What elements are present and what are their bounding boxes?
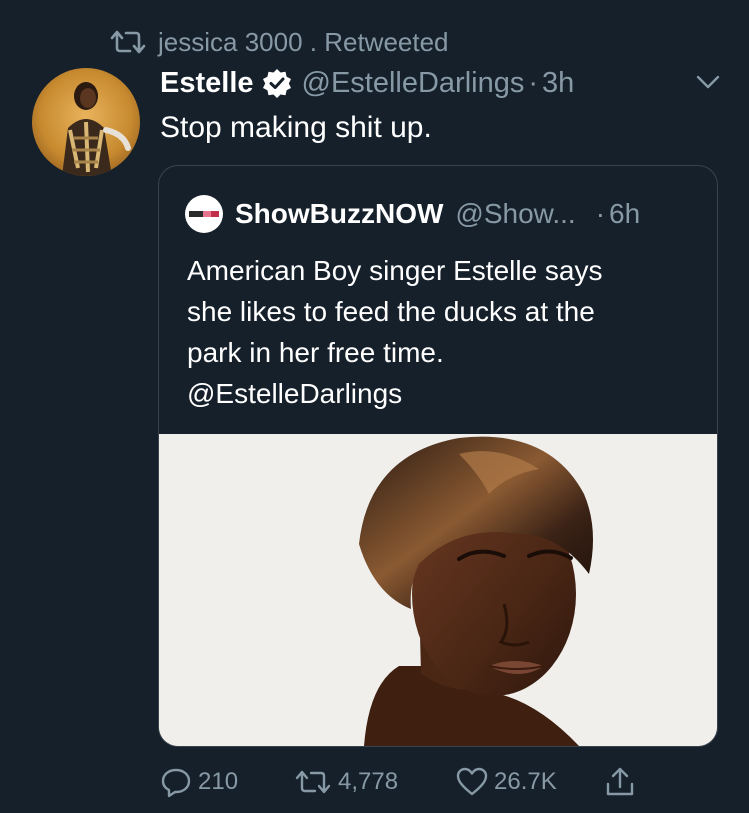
retweet-context[interactable]: jessica 3000 . Retweeted [110,26,449,58]
reply-button[interactable]: 210 [160,760,238,804]
showbuzz-logo-image [187,209,221,219]
quoted-tweet[interactable]: ShowBuzzNOW @Show... · 6h American Boy s… [158,165,718,747]
tweet-text: Stop making shit up. [160,111,432,144]
like-count: 26.7K [494,768,557,795]
portrait-photo-image [159,434,717,746]
retweet-icon [110,30,146,54]
tweet-card[interactable]: jessica 3000 . Retweeted Estelle @Estell… [0,0,749,813]
quoted-text-line: American Boy singer Estelle says [187,255,603,286]
showbuzz-logo[interactable] [185,195,223,233]
heart-icon [456,767,488,796]
chevron-down-icon[interactable] [694,70,722,94]
retweet-icon [295,770,331,794]
quoted-user-handle[interactable]: @Show... [455,198,575,230]
share-button[interactable] [604,760,642,804]
retweet-button[interactable]: 4,778 [294,760,398,804]
quoted-separator-dot: · [595,198,606,229]
quoted-text-mention[interactable]: @EstelleDarlings [187,373,697,414]
quoted-text-line: she likes to feed the ducks at the [187,296,595,327]
like-button[interactable]: 26.7K [456,760,557,804]
quoted-display-name[interactable]: ShowBuzzNOW [235,198,443,230]
quoted-timestamp[interactable]: 6h [609,198,640,230]
quoted-tweet-header: ShowBuzzNOW @Show... · 6h [185,194,640,234]
verified-badge-icon [262,69,291,98]
retweet-context-text[interactable]: jessica 3000 . Retweeted [158,27,449,58]
share-icon [606,767,634,796]
quoted-tweet-text: American Boy singer Estelle says she lik… [187,250,697,414]
user-handle[interactable]: @EstelleDarlings [302,67,525,100]
separator-dot: · [528,66,539,99]
retweet-count: 4,778 [338,768,399,795]
quoted-text-line: park in her free time. [187,337,444,368]
tweet-actions: 210 4,778 26.7K [160,760,660,804]
user-avatar[interactable] [32,68,140,176]
tweet-header: Estelle @EstelleDarlings · 3h [160,62,574,104]
display-name[interactable]: Estelle [160,67,254,100]
reply-count: 210 [198,768,239,795]
tweet-timestamp[interactable]: 3h [542,67,574,100]
reply-icon [161,768,191,798]
portrait-photo[interactable] [159,434,717,746]
avatar-image [32,68,140,176]
